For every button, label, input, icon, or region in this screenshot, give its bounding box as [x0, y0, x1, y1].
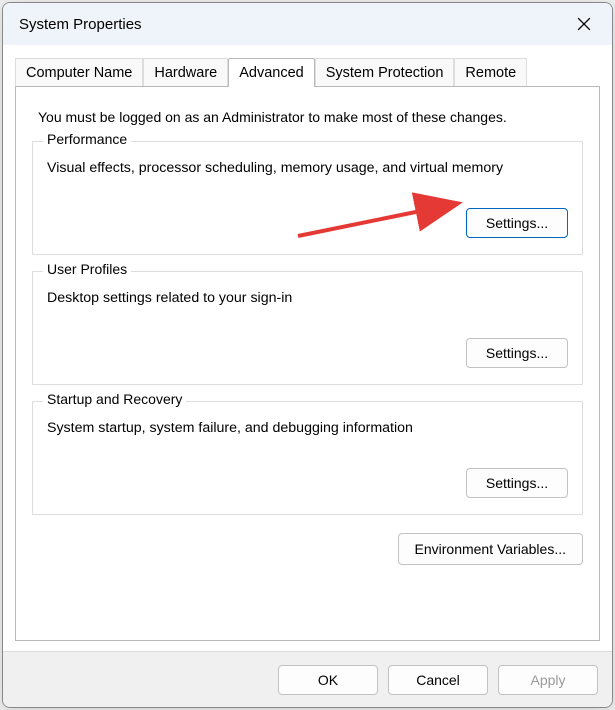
performance-settings-button[interactable]: Settings...	[466, 208, 568, 238]
titlebar: System Properties	[3, 3, 612, 45]
user-profiles-group: User Profiles Desktop settings related t…	[32, 271, 583, 385]
performance-legend: Performance	[43, 131, 131, 147]
tab-system-protection[interactable]: System Protection	[315, 58, 455, 87]
performance-group: Performance Visual effects, processor sc…	[32, 141, 583, 255]
admin-warning-text: You must be logged on as an Administrato…	[38, 109, 583, 125]
startup-recovery-settings-button[interactable]: Settings...	[466, 468, 568, 498]
system-properties-dialog: System Properties Computer Name Hardware…	[2, 2, 613, 708]
cancel-button[interactable]: Cancel	[388, 665, 488, 695]
apply-button[interactable]: Apply	[498, 665, 598, 695]
tab-remote[interactable]: Remote	[454, 58, 527, 87]
tab-strip: Computer Name Hardware Advanced System P…	[3, 45, 612, 86]
startup-recovery-legend: Startup and Recovery	[43, 391, 186, 407]
ok-button[interactable]: OK	[278, 665, 378, 695]
environment-variables-button[interactable]: Environment Variables...	[398, 533, 583, 565]
tab-computer-name[interactable]: Computer Name	[15, 58, 143, 87]
user-profiles-legend: User Profiles	[43, 261, 131, 277]
tab-content-advanced: You must be logged on as an Administrato…	[15, 86, 600, 641]
close-button[interactable]	[562, 7, 606, 41]
close-icon	[577, 17, 591, 31]
user-profiles-settings-button[interactable]: Settings...	[466, 338, 568, 368]
startup-recovery-group: Startup and Recovery System startup, sys…	[32, 401, 583, 515]
user-profiles-desc: Desktop settings related to your sign-in	[47, 290, 568, 306]
window-title: System Properties	[19, 16, 142, 33]
dialog-footer: OK Cancel Apply	[3, 651, 612, 707]
performance-desc: Visual effects, processor scheduling, me…	[47, 160, 568, 176]
tab-advanced[interactable]: Advanced	[228, 58, 315, 87]
startup-recovery-desc: System startup, system failure, and debu…	[47, 420, 568, 436]
tab-hardware[interactable]: Hardware	[143, 58, 228, 87]
